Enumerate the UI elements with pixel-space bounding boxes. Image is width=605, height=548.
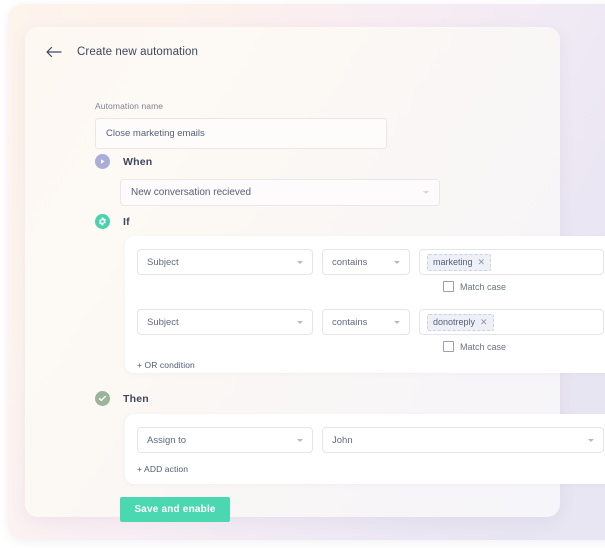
check-circle-icon [95,391,110,406]
value-chip-label: donotreply [433,316,476,327]
action-target-value: John [332,434,353,446]
chip-remove-icon[interactable]: ✕ [478,257,486,267]
condition-field-value: Subject [147,256,179,268]
chevron-down-icon [297,260,303,264]
step-when-header: When [95,154,152,169]
match-case-toggle[interactable]: Match case [443,281,506,292]
add-action-link[interactable]: + ADD action [137,464,188,474]
condition-value-input[interactable]: marketing ✕ [419,249,604,275]
condition-field-select[interactable]: Subject [137,249,313,275]
chevron-down-icon [588,438,594,442]
value-chip: marketing ✕ [427,253,492,271]
match-case-checkbox[interactable] [443,281,454,292]
step-if-header: If [95,214,130,229]
then-actions-panel: Assign to John + ADD action [125,414,605,484]
step-then-header: Then [95,391,149,406]
condition-operator-value: contains [332,256,368,268]
step-if-label: If [123,215,130,228]
condition-field-select[interactable]: Subject [137,309,313,335]
condition-operator-select[interactable]: contains [322,249,410,275]
chevron-down-icon [394,260,400,264]
card-header: Create new automation [25,43,198,61]
condition-row: Subject contains donotreply ✕ [137,309,605,335]
when-trigger-value: New conversation recieved [131,187,252,198]
back-arrow-icon[interactable] [45,43,63,61]
action-target-select[interactable]: John [322,427,604,453]
chevron-down-icon [423,191,429,194]
chevron-down-icon [297,320,303,324]
value-chip-label: marketing [433,256,473,267]
condition-operator-value: contains [332,316,368,328]
play-circle-icon [95,154,110,169]
automation-name-block: Automation name [95,101,387,149]
condition-row: Subject contains marketing ✕ [137,249,605,275]
condition-value-input[interactable]: donotreply ✕ [419,309,604,335]
action-row: Assign to John [137,427,605,453]
screen-root: Create new automation Automation name Wh… [0,0,605,548]
condition-field-value: Subject [147,316,179,328]
step-then-label: Then [123,392,149,405]
action-type-value: Assign to [147,434,187,446]
automation-card: Create new automation Automation name Wh… [25,27,605,522]
chevron-down-icon [297,438,303,442]
match-case-checkbox[interactable] [443,341,454,352]
step-when-label: When [123,155,153,168]
match-case-label: Match case [460,341,507,352]
save-and-enable-button[interactable]: Save and enable [120,497,230,522]
match-case-label: Match case [460,281,507,292]
gear-circle-icon [95,214,110,229]
chevron-down-icon [394,320,400,324]
condition-operator-select[interactable]: contains [322,309,410,335]
automation-name-input[interactable] [95,118,387,149]
automation-name-label: Automation name [95,101,164,111]
chip-remove-icon[interactable]: ✕ [480,317,488,327]
page-title: Create new automation [77,46,199,58]
action-type-select[interactable]: Assign to [137,427,313,453]
add-or-condition-link[interactable]: + OR condition [137,360,195,370]
value-chip: donotreply ✕ [427,313,494,331]
if-conditions-panel: Subject contains marketing ✕ Match case … [125,236,605,373]
when-trigger-select[interactable]: New conversation recieved [120,179,440,206]
match-case-toggle[interactable]: Match case [443,341,506,352]
